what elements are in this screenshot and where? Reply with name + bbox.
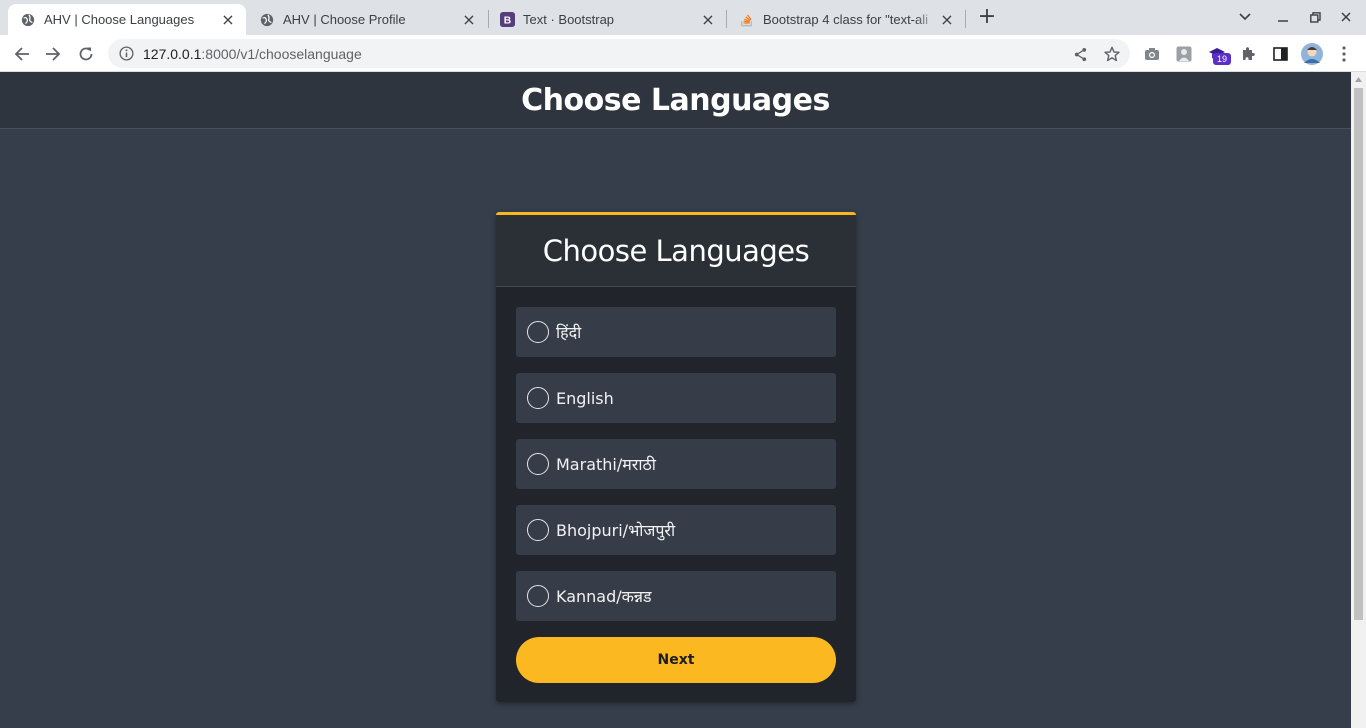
tab-choose-languages[interactable]: AHV | Choose Languages × (8, 4, 246, 35)
option-label: English (556, 388, 614, 408)
share-icon[interactable] (1066, 40, 1094, 68)
option-label: Marathi/मराठी (556, 455, 656, 474)
option-label: Kannad/कन्नड (556, 587, 652, 606)
scrollbar-thumb[interactable] (1354, 88, 1363, 620)
bootstrap-icon: B (499, 12, 515, 28)
new-tab-button[interactable]: + (975, 6, 999, 30)
next-button[interactable]: Next (516, 637, 836, 683)
close-icon[interactable]: × (220, 11, 236, 28)
radio-button[interactable] (527, 453, 549, 475)
browser-menu-icon[interactable] (1330, 40, 1358, 68)
language-option-hindi[interactable]: हिंदी (516, 307, 836, 357)
minimize-icon[interactable] (1271, 6, 1295, 28)
tab-text-bootstrap[interactable]: B Text · Bootstrap × (487, 4, 726, 35)
camera-extension-icon[interactable] (1138, 40, 1166, 68)
radio-button[interactable] (527, 321, 549, 343)
language-option-kannad[interactable]: Kannad/कन्नड (516, 571, 836, 621)
tab-title: AHV | Choose Languages (44, 12, 195, 27)
scrollbar[interactable] (1351, 72, 1366, 728)
site-info-icon[interactable] (118, 46, 134, 62)
restore-icon[interactable] (1303, 6, 1327, 28)
close-icon[interactable]: × (700, 11, 716, 28)
bookmark-star-icon[interactable] (1098, 40, 1126, 68)
scroll-up-arrow-icon[interactable] (1351, 72, 1366, 87)
close-icon[interactable]: × (939, 11, 955, 28)
language-option-english[interactable]: English (516, 373, 836, 423)
close-icon[interactable]: × (461, 11, 477, 28)
back-button[interactable] (8, 40, 36, 68)
tab-title: Bootstrap 4 class for "text-ali (763, 12, 929, 27)
radio-button[interactable] (527, 585, 549, 607)
tab-divider (965, 10, 966, 28)
option-label: Bhojpuri/भोजपुरी (556, 521, 676, 540)
radio-button[interactable] (527, 519, 549, 541)
url-host: 127.0.0.1 (143, 45, 202, 62)
close-window-icon[interactable] (1334, 6, 1358, 28)
card-title: Choose Languages (542, 233, 810, 268)
svg-text:B: B (503, 16, 510, 27)
language-option-marathi[interactable]: Marathi/मराठी (516, 439, 836, 489)
option-label: हिंदी (556, 323, 582, 342)
side-panel-icon[interactable] (1266, 40, 1294, 68)
card-header: Choose Languages (496, 215, 856, 287)
forward-button[interactable] (39, 40, 67, 68)
language-option-bhojpuri[interactable]: Bhojpuri/भोजपुरी (516, 505, 836, 555)
radio-button[interactable] (527, 387, 549, 409)
tab-search-icon[interactable] (1233, 6, 1257, 28)
reload-button[interactable] (72, 40, 100, 68)
tab-stackoverflow[interactable]: Bootstrap 4 class for "text-ali × (727, 4, 965, 35)
tab-strip: AHV | Choose Languages × AHV | Choose Pr… (0, 0, 1366, 35)
page-header: Choose Languages (0, 72, 1351, 129)
globe-icon (20, 12, 36, 28)
tab-title: AHV | Choose Profile (283, 12, 406, 27)
extension-badge: 19 (1213, 53, 1231, 65)
url-path: :8000/v1/chooselanguage (201, 45, 362, 62)
stackoverflow-icon (739, 12, 755, 28)
language-options: हिंदी English Marathi/मराठी Bhojpuri/भोज… (496, 287, 856, 683)
page-title: Choose Languages (521, 82, 830, 118)
language-card: Choose Languages हिंदी English Marathi/म… (496, 212, 856, 702)
page-content: Choose Languages Choose Languages हिंदी … (0, 72, 1351, 728)
url-text[interactable]: 127.0.0.1:8000/v1/chooselanguage (143, 46, 362, 62)
tab-choose-profile[interactable]: AHV | Choose Profile × (247, 4, 487, 35)
avatar[interactable] (1298, 40, 1326, 68)
tab-title: Text · Bootstrap (523, 12, 615, 27)
profile-extension-icon[interactable] (1170, 40, 1198, 68)
browser-toolbar: 127.0.0.1:8000/v1/chooselanguage (0, 35, 1366, 72)
extensions-puzzle-icon[interactable] (1234, 40, 1262, 68)
address-bar[interactable]: 127.0.0.1:8000/v1/chooselanguage (108, 39, 1130, 68)
globe-icon (259, 12, 275, 28)
